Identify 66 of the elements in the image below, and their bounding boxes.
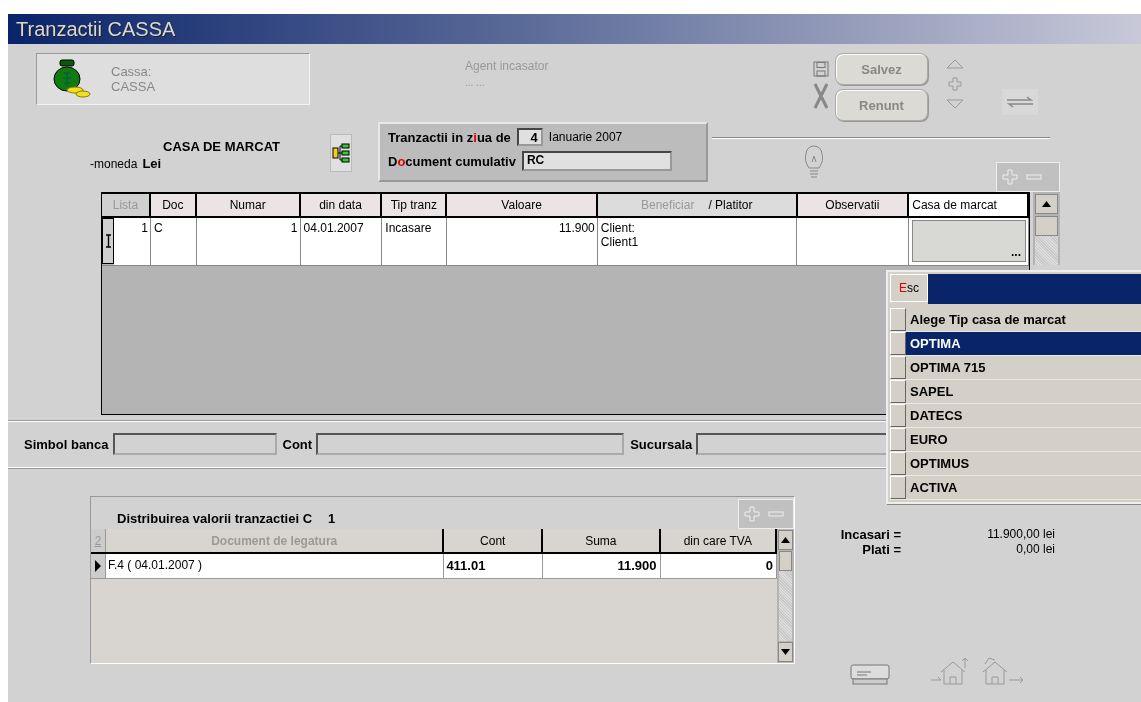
total-label: Incasari = <box>839 527 901 542</box>
row-selector[interactable] <box>890 356 906 379</box>
scrollbar[interactable] <box>777 529 794 663</box>
row-selector[interactable] <box>890 452 906 475</box>
table-cell: Client: Client1 <box>597 218 798 265</box>
text-cursor-icon <box>104 234 112 248</box>
input-field[interactable] <box>316 433 625 455</box>
total-label: Plati = <box>861 542 901 557</box>
down-arrow-icon[interactable] <box>781 649 790 655</box>
distribution-number: 1 <box>328 511 336 526</box>
table-cell: 11.900 <box>447 218 598 265</box>
scroll-thumb[interactable] <box>779 551 792 571</box>
field-label: Sucursala <box>630 436 693 452</box>
column-header[interactable]: Beneficiar / Platitor <box>597 194 798 216</box>
agent-value: ... ... <box>465 77 486 88</box>
cassa-value: CASSA <box>111 79 156 94</box>
document-label: Document cumulativ <box>388 153 516 169</box>
row-selector[interactable] <box>890 308 906 331</box>
scroll-thumb[interactable] <box>1035 216 1058 236</box>
row-indicator[interactable] <box>102 218 114 264</box>
tree-button[interactable] <box>330 134 352 172</box>
table-cell: F.4 ( 04.01.2007 ) <box>106 554 445 578</box>
day-label: Tranzactii in ziua de <box>388 129 511 145</box>
total-value: 11.900,00 lei <box>986 527 1056 542</box>
row-selector[interactable] <box>890 404 906 427</box>
cross-icon <box>812 81 830 111</box>
up-arrow-icon[interactable] <box>1042 201 1051 207</box>
table-cell: 1 <box>114 218 151 265</box>
row-selector[interactable] <box>890 476 906 499</box>
table-cell: 04.01.2007 <box>300 218 383 265</box>
up-arrow-icon[interactable] <box>781 537 790 543</box>
column-header[interactable]: Doc <box>150 194 197 216</box>
scrollbar[interactable] <box>1033 192 1060 265</box>
month-year: Ianuarie 2007 <box>548 130 623 144</box>
column-header[interactable]: Observatii <box>797 194 910 216</box>
day-field[interactable]: 4 <box>516 128 543 146</box>
field-label: Cont <box>282 436 313 452</box>
table-cell: C <box>150 218 197 265</box>
field-label: Simbol banca <box>24 436 109 452</box>
register-title: CASA DE MARCAT <box>163 139 281 154</box>
column-header[interactable]: Valoare <box>447 194 598 216</box>
table-cell: 1 <box>196 218 301 265</box>
currency-label: -moneda <box>90 157 138 171</box>
currency-value: Lei <box>142 156 162 171</box>
document-field[interactable]: RC <box>521 151 672 171</box>
column-header[interactable]: Casa de marcat <box>909 194 1029 216</box>
money-bag-icon <box>51 59 91 99</box>
window-title: Tranzactii CASSA <box>16 17 176 41</box>
input-field[interactable] <box>112 433 277 455</box>
table-cell: 11.900 <box>543 554 661 578</box>
column-header[interactable]: Tip tranz <box>382 194 448 216</box>
column-header[interactable]: din data <box>300 194 383 216</box>
total-value: 0,00 lei <box>1015 542 1056 557</box>
table-cell: 411.01 <box>444 554 544 578</box>
row-selector[interactable] <box>890 428 906 451</box>
distribution-title: Distribuirea valorii tranzactiei C <box>117 511 313 526</box>
picker-button[interactable]: ... <box>912 220 1026 262</box>
cassa-label: Cassa: <box>111 64 153 79</box>
table-cell: Incasare <box>382 218 448 265</box>
row-selector[interactable] <box>890 332 906 355</box>
row-pointer-icon <box>94 559 102 573</box>
escape-button[interactable]: Esc <box>890 274 928 302</box>
row-selector[interactable] <box>890 380 906 403</box>
list-item[interactable]: OPTIMA <box>906 332 1141 355</box>
agent-label: Agent incasator <box>465 59 550 73</box>
column-header[interactable]: Numar <box>196 194 301 216</box>
